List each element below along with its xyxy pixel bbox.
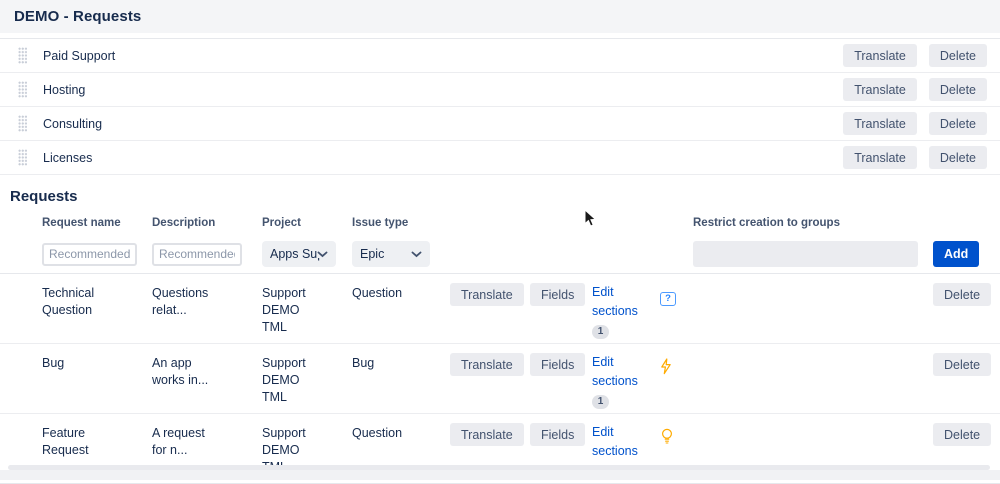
fields-button[interactable]: Fields <box>530 423 585 446</box>
section-name: Hosting <box>43 83 85 97</box>
issue-type-select[interactable]: Epic <box>352 241 430 267</box>
section-row: Consulting Translate Delete <box>0 107 1000 141</box>
request-name: Bug <box>42 353 122 372</box>
translate-button[interactable]: Translate <box>843 112 917 135</box>
request-issue-type: Question <box>352 423 450 442</box>
issue-type-select-value: Epic <box>360 247 384 261</box>
chevron-down-icon <box>411 251 422 258</box>
chevron-down-icon <box>317 251 328 258</box>
request-description: An app works in... <box>152 353 222 389</box>
delete-button[interactable]: Delete <box>929 146 987 169</box>
translate-button[interactable]: Translate <box>843 44 917 67</box>
section-name: Paid Support <box>43 49 115 63</box>
section-row: Paid Support Translate Delete <box>0 39 1000 73</box>
request-row: Technical Question Questions relat... Su… <box>0 274 1000 344</box>
request-row: Bug An app works in... Support DEMO TML … <box>0 344 1000 414</box>
requests-table-header: Request name Description Project Issue t… <box>0 214 1000 229</box>
request-name-input[interactable] <box>42 243 137 266</box>
request-issue-type: Bug <box>352 353 450 372</box>
section-row: Licenses Translate Delete <box>0 141 1000 175</box>
add-button[interactable]: Add <box>933 241 979 267</box>
edit-sections-link[interactable]: Edit sections <box>592 353 650 391</box>
section-name: Consulting <box>43 117 102 131</box>
drag-handle-icon[interactable] <box>18 115 27 132</box>
drag-handle-icon[interactable] <box>18 47 27 64</box>
add-request-row: Apps Supp Epic Add <box>0 235 1000 274</box>
request-project: Support DEMO TML <box>262 283 314 336</box>
lightning-icon <box>660 358 672 375</box>
request-name: Technical Question <box>42 283 122 319</box>
column-header-project: Project <box>262 214 352 229</box>
delete-button[interactable]: Delete <box>933 283 991 306</box>
section-row: Hosting Translate Delete <box>0 73 1000 107</box>
translate-button[interactable]: Translate <box>450 353 524 376</box>
fields-button[interactable]: Fields <box>530 353 585 376</box>
section-name: Licenses <box>43 151 92 165</box>
restrict-groups-input[interactable] <box>693 241 918 267</box>
translate-button[interactable]: Translate <box>843 146 917 169</box>
translate-button[interactable]: Translate <box>450 423 524 446</box>
column-header-request-name: Request name <box>42 214 152 229</box>
sections-count-badge: 1 <box>592 325 609 339</box>
delete-button[interactable]: Delete <box>933 353 991 376</box>
project-select-value: Apps Supp <box>270 247 323 261</box>
requests-heading: Requests <box>10 188 1000 205</box>
project-select[interactable]: Apps Supp <box>262 241 336 267</box>
description-input[interactable] <box>152 243 242 266</box>
column-header-description: Description <box>152 214 262 229</box>
request-issue-type: Question <box>352 283 450 302</box>
drag-handle-icon[interactable] <box>18 81 27 98</box>
page-header: DEMO - Requests <box>0 0 1000 33</box>
delete-button[interactable]: Delete <box>929 44 987 67</box>
column-header-issue-type: Issue type <box>352 214 450 229</box>
edit-sections-link[interactable]: Edit sections <box>592 423 650 461</box>
drag-handle-icon[interactable] <box>18 149 27 166</box>
lightbulb-icon <box>660 428 674 445</box>
delete-button[interactable]: Delete <box>929 112 987 135</box>
fields-button[interactable]: Fields <box>530 283 585 306</box>
delete-button[interactable]: Delete <box>929 78 987 101</box>
page-title: DEMO - Requests <box>14 8 141 25</box>
edit-sections-link[interactable]: Edit sections <box>592 283 650 321</box>
bottom-band <box>0 470 1000 480</box>
translate-button[interactable]: Translate <box>450 283 524 306</box>
request-project: Support DEMO TML <box>262 353 314 406</box>
question-bubble-icon: ? <box>660 292 676 306</box>
request-name: Feature Request <box>42 423 122 459</box>
translate-button[interactable]: Translate <box>843 78 917 101</box>
request-description: Questions relat... <box>152 283 222 319</box>
delete-button[interactable]: Delete <box>933 423 991 446</box>
sections-list: Paid Support Translate Delete Hosting Tr… <box>0 38 1000 175</box>
column-header-restrict: Restrict creation to groups <box>693 214 933 229</box>
request-description: A request for n... <box>152 423 222 459</box>
sections-count-badge: 1 <box>592 395 609 409</box>
